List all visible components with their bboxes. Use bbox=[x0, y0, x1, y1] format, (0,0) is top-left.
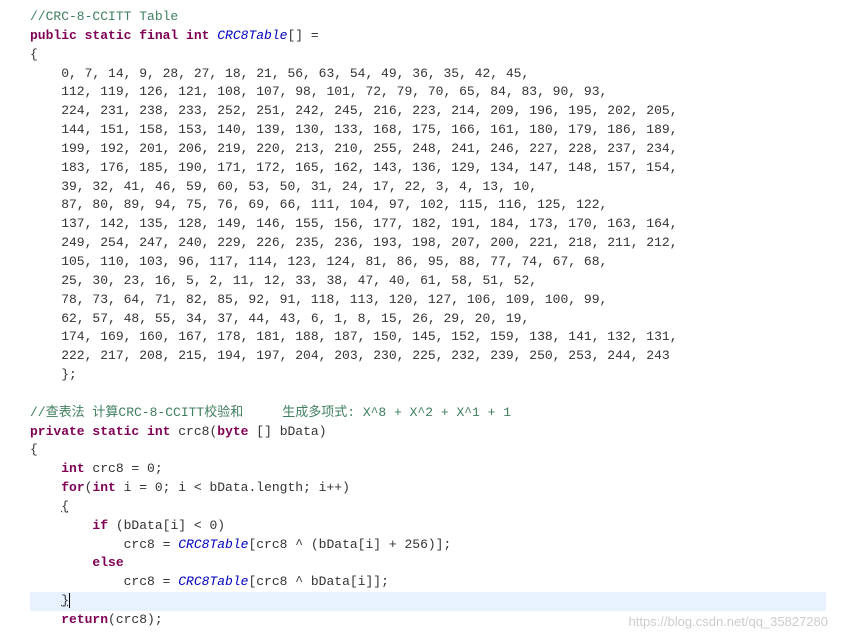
table-row: 222, 217, 208, 215, 194, 197, 204, 203, … bbox=[30, 347, 826, 366]
comment-line-2: //查表法 计算CRC-8-CCITT校验和 生成多项式: X^8 + X^2 … bbox=[30, 404, 826, 423]
comment-line: //CRC-8-CCITT Table bbox=[30, 8, 826, 27]
close-brace: }; bbox=[30, 366, 826, 385]
table-row: 105, 110, 103, 96, 117, 114, 123, 124, 8… bbox=[30, 253, 826, 272]
assign-pos: crc8 = CRC8Table[crc8 ^ bData[i]]; bbox=[30, 573, 826, 592]
assign-neg: crc8 = CRC8Table[crc8 ^ (bData[i] + 256)… bbox=[30, 536, 826, 555]
function-signature: private static int crc8(byte [] bData) bbox=[30, 423, 826, 442]
open-brace-fn: { bbox=[30, 441, 826, 460]
table-row: 25, 30, 23, 16, 5, 2, 11, 12, 33, 38, 47… bbox=[30, 272, 826, 291]
table-row: 39, 32, 41, 46, 59, 60, 53, 50, 31, 24, … bbox=[30, 178, 826, 197]
table-declaration: public static final int CRC8Table[] = bbox=[30, 27, 826, 46]
table-row: 62, 57, 48, 55, 34, 37, 44, 43, 6, 1, 8,… bbox=[30, 310, 826, 329]
close-brace-loop: } bbox=[30, 592, 826, 611]
open-brace-loop: { bbox=[30, 498, 826, 517]
if-stmt: if (bData[i] < 0) bbox=[30, 517, 826, 536]
table-row: 249, 254, 247, 240, 229, 226, 235, 236, … bbox=[30, 234, 826, 253]
table-row: 0, 7, 14, 9, 28, 27, 18, 21, 56, 63, 54,… bbox=[30, 65, 826, 84]
for-loop: for(int i = 0; i < bData.length; i++) bbox=[30, 479, 826, 498]
table-row: 87, 80, 89, 94, 75, 76, 69, 66, 111, 104… bbox=[30, 196, 826, 215]
else-stmt: else bbox=[30, 554, 826, 573]
table-row: 137, 142, 135, 128, 149, 146, 155, 156, … bbox=[30, 215, 826, 234]
table-row: 112, 119, 126, 121, 108, 107, 98, 101, 7… bbox=[30, 83, 826, 102]
crc8-table-values: 0, 7, 14, 9, 28, 27, 18, 21, 56, 63, 54,… bbox=[30, 65, 826, 367]
decl-crc8: int crc8 = 0; bbox=[30, 460, 826, 479]
table-row: 174, 169, 160, 167, 178, 181, 188, 187, … bbox=[30, 328, 826, 347]
open-brace: { bbox=[30, 46, 826, 65]
table-row: 199, 192, 201, 206, 219, 220, 213, 210, … bbox=[30, 140, 826, 159]
table-row: 224, 231, 238, 233, 252, 251, 242, 245, … bbox=[30, 102, 826, 121]
table-row: 183, 176, 185, 190, 171, 172, 165, 162, … bbox=[30, 159, 826, 178]
table-row: 144, 151, 158, 153, 140, 139, 130, 133, … bbox=[30, 121, 826, 140]
watermark-text: https://blog.csdn.net/qq_35827280 bbox=[629, 613, 829, 632]
blank-line bbox=[30, 385, 826, 404]
table-row: 78, 73, 64, 71, 82, 85, 92, 91, 118, 113… bbox=[30, 291, 826, 310]
